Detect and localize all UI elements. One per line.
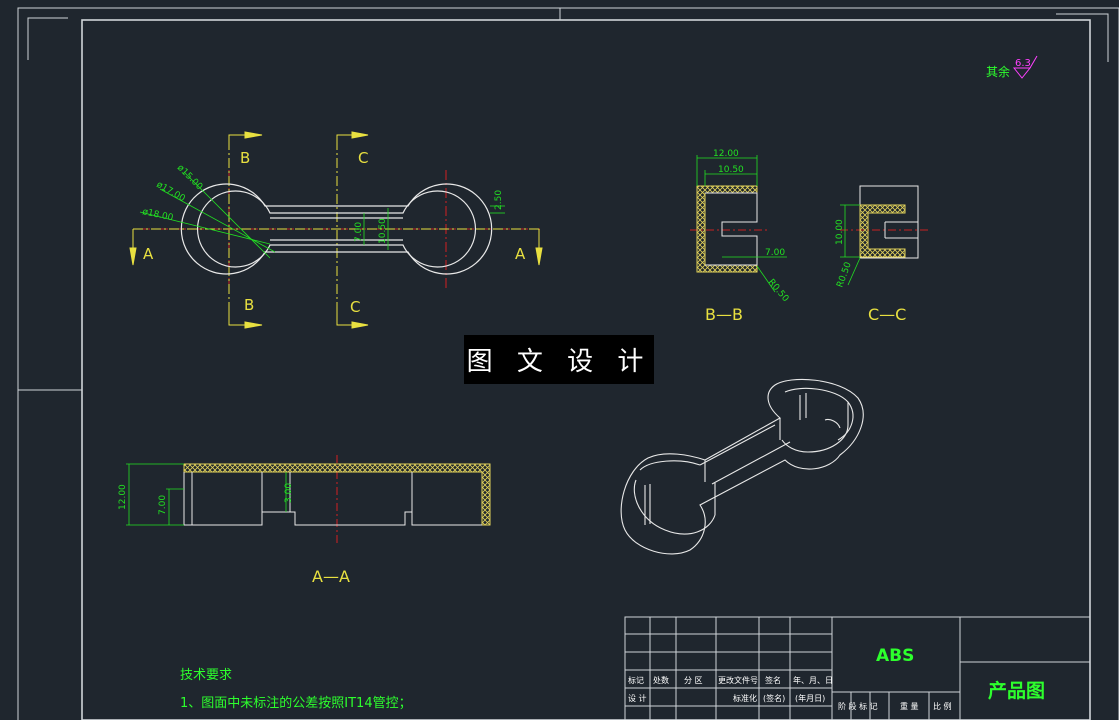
technical-requirements: 技术要求 1、图面中未标注的公差按照IT14管控； xyxy=(180,668,412,711)
dim-700: 7.00 xyxy=(354,222,364,242)
tb-stage-mark: 阶 段 标 记 xyxy=(838,701,878,711)
section-label-a-left: A xyxy=(143,245,154,263)
section-label-c-bottom: C xyxy=(350,298,360,316)
svg-text:其余: 其余 xyxy=(986,64,1010,79)
tb-header-zone: 分 区 xyxy=(684,676,703,685)
section-label-b-bottom: B xyxy=(244,296,254,314)
tb-drawing-name: 产品图 xyxy=(988,679,1045,702)
section-title-cc: C—C xyxy=(868,305,906,324)
isometric-view xyxy=(620,378,864,555)
dim-cc-r050: R0.50 xyxy=(835,261,853,289)
dim-aa-300: 3.00 xyxy=(284,483,294,503)
section-bb: 12.00 10.50 7.00 R0.50 B—B xyxy=(690,149,790,324)
section-title-aa: A—A xyxy=(312,567,350,586)
tb-weight: 重 量 xyxy=(900,701,919,711)
section-aa: 12.00 7.00 3.00 A—A xyxy=(118,455,491,586)
dim-cc-1000: 10.00 xyxy=(835,219,845,245)
section-label-a-right: A xyxy=(515,245,526,263)
tech-item-1: 1、图面中未标注的公差按照IT14管控； xyxy=(180,695,412,711)
tb-header-sign: 签名 xyxy=(765,675,781,685)
section-label-c-top: C xyxy=(358,149,368,167)
dim-aa-700: 7.00 xyxy=(158,495,168,515)
dim-d15: ø15.00 xyxy=(175,163,204,192)
dim-d17: ø17.00 xyxy=(155,180,187,204)
tb-standardization: 标准化 xyxy=(733,693,757,703)
dim-bb-r050: R0.50 xyxy=(766,278,791,305)
dim-bb-1050: 10.50 xyxy=(718,165,744,175)
tech-title: 技术要求 xyxy=(180,668,232,683)
tb-header-mark: 标记 xyxy=(628,675,644,685)
tb-material: ABS xyxy=(876,646,914,666)
tb-scale: 比 例 xyxy=(933,701,952,711)
section-title-bb: B—B xyxy=(705,305,743,324)
tb-header-count: 处数 xyxy=(653,675,669,685)
dim-250: 2.50 xyxy=(494,190,504,210)
tb-header-date: 年、月、日 xyxy=(793,675,833,685)
tb-signature: (签名) xyxy=(763,693,785,703)
title-block: 标记 处数 分 区 更改文件号 签名 年、月、日 设 计 标准化 (签名) (年… xyxy=(624,616,1091,720)
roughness-note: 其余 6.3 xyxy=(986,55,1038,79)
tb-ymd: (年月日) xyxy=(795,693,825,703)
dim-bb-1200: 12.00 xyxy=(713,149,739,159)
dim-1050: 10.50 xyxy=(378,218,388,244)
dim-bb-700: 7.00 xyxy=(765,248,785,258)
dim-aa-1200: 12.00 xyxy=(118,484,128,510)
svg-text:6.3: 6.3 xyxy=(1015,58,1031,69)
section-label-b-top: B xyxy=(240,149,250,167)
dim-d18: ø18.00 xyxy=(141,207,174,223)
tb-design: 设 计 xyxy=(628,693,647,703)
top-view: B B C C A A ø15.00 ø17.00 ø18.00 7.00 10… xyxy=(129,131,543,329)
section-cc: 10.00 R0.50 C—C xyxy=(835,185,930,324)
watermark-label: 图 文 设 计 xyxy=(464,335,654,384)
tb-header-change-doc: 更改文件号 xyxy=(718,675,758,685)
